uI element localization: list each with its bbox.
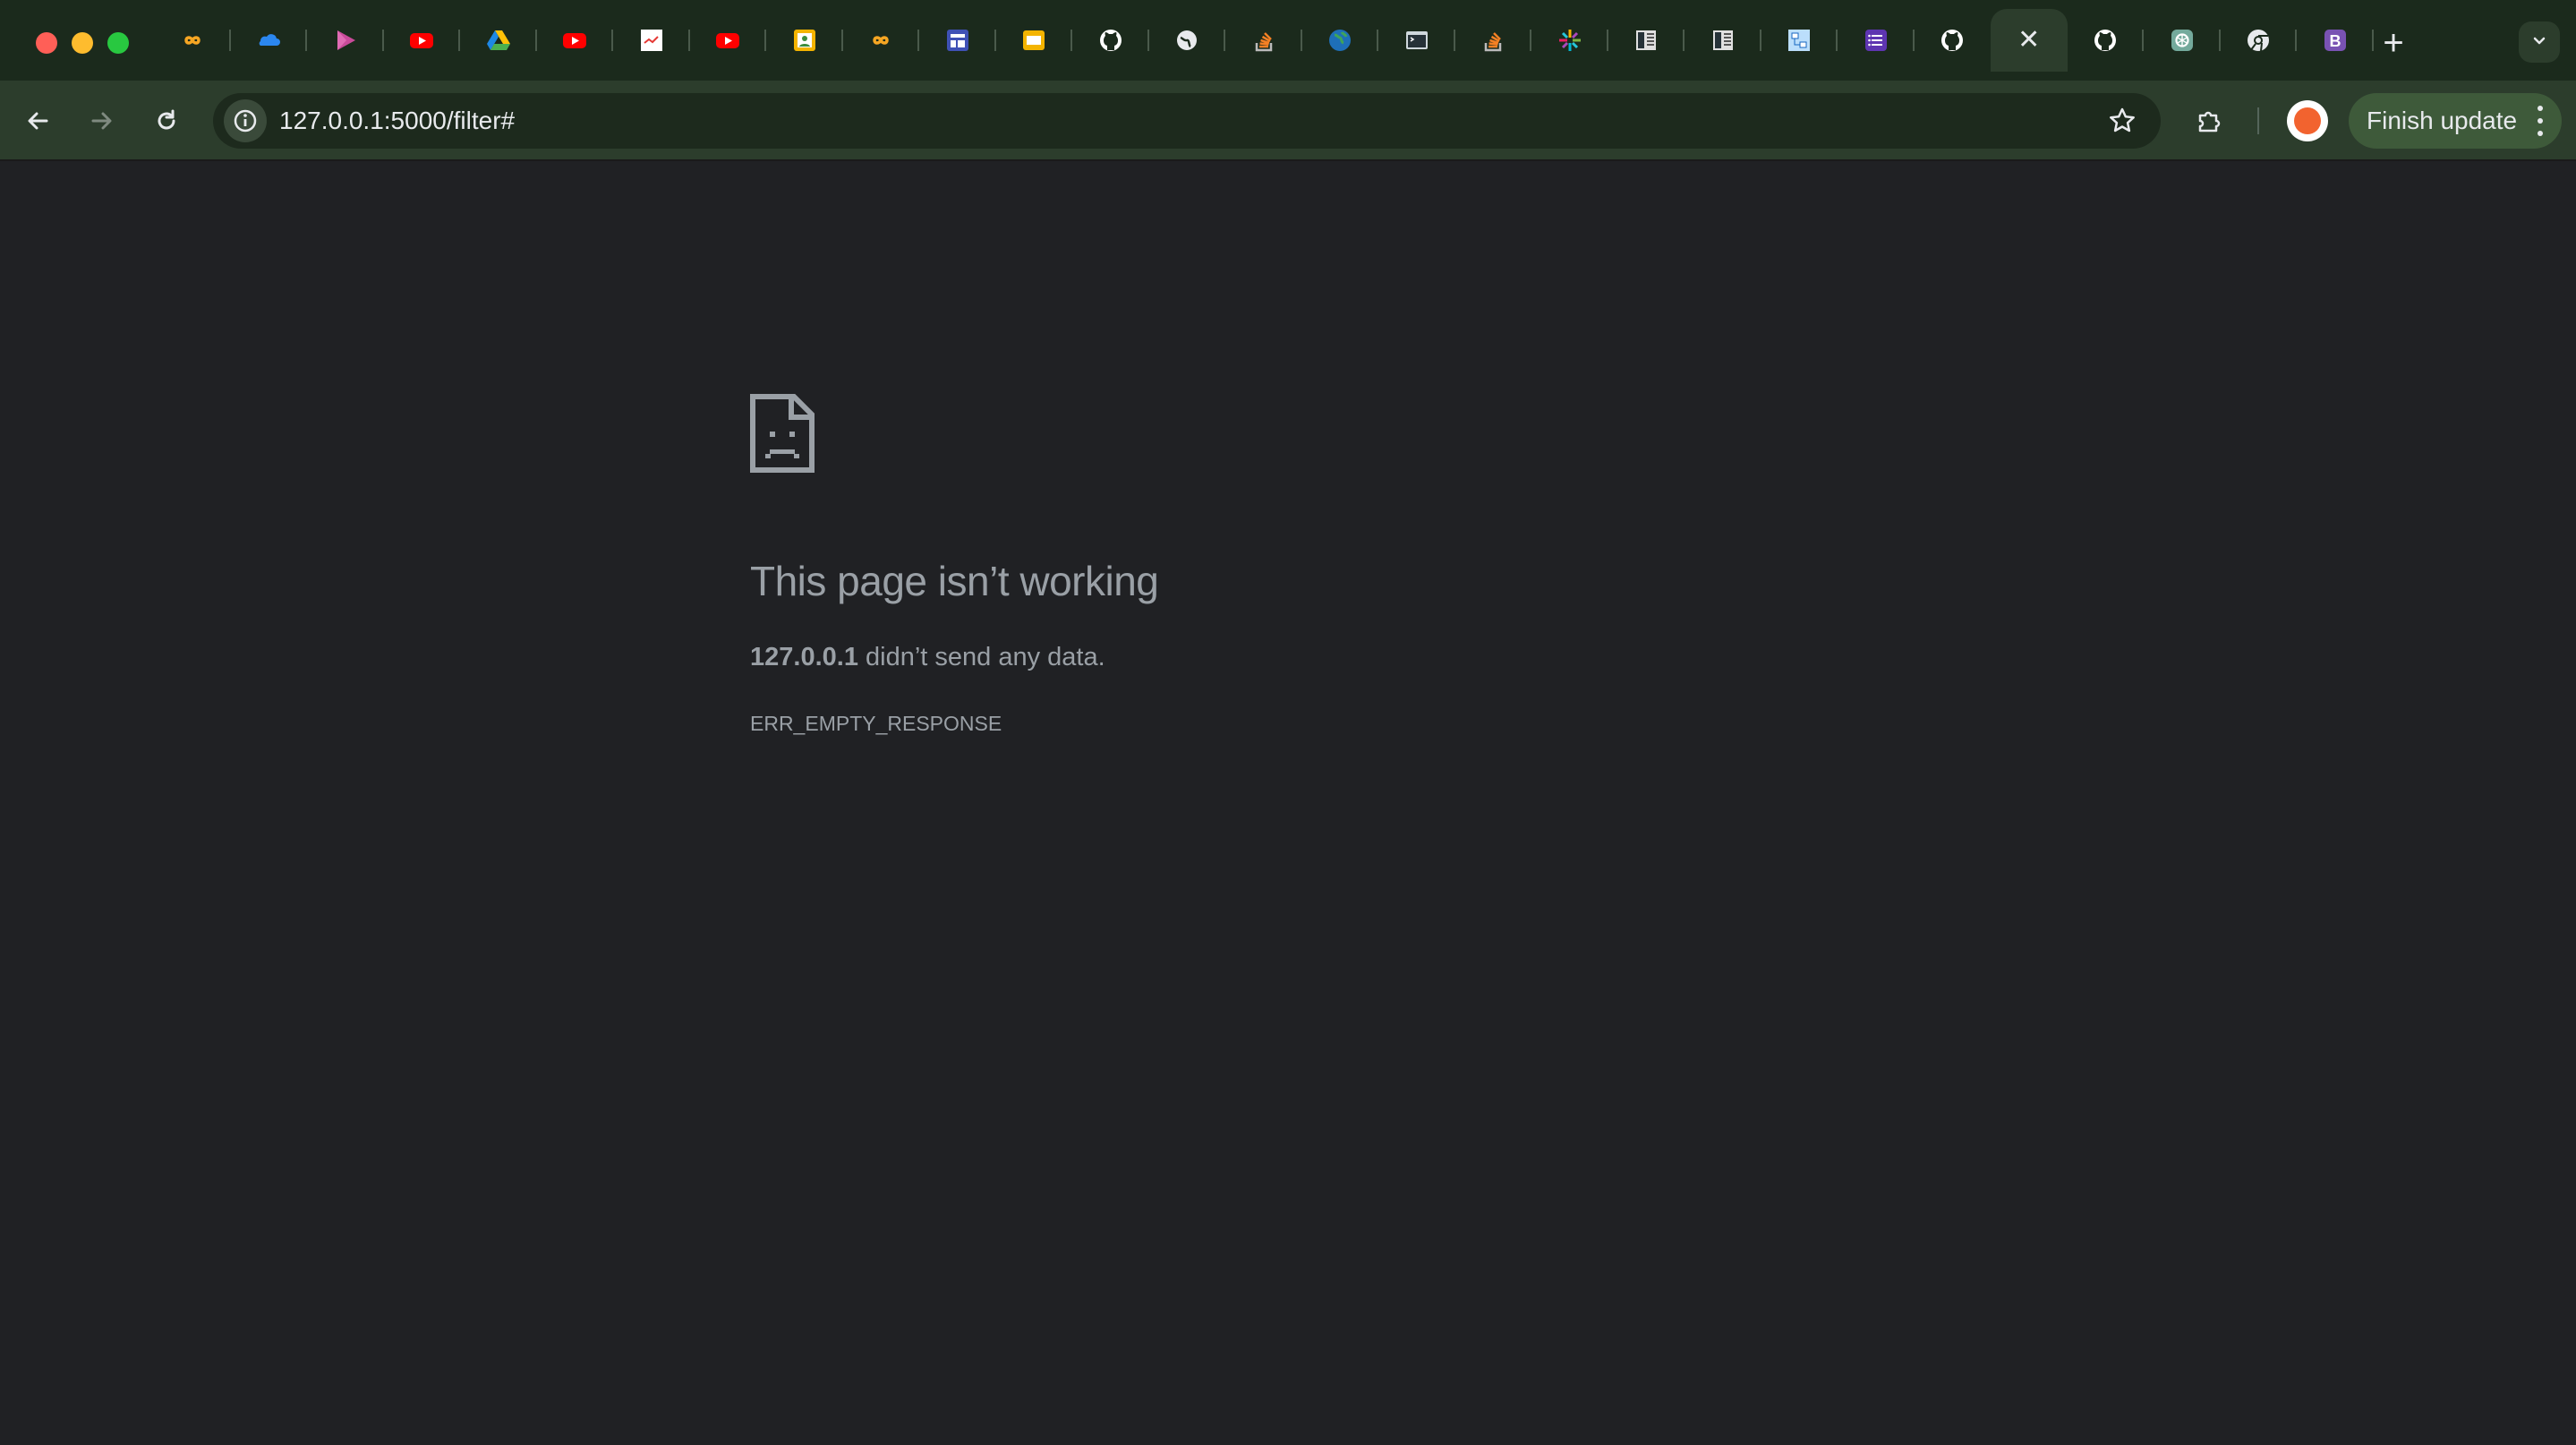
address-bar[interactable]: 127.0.0.1:5000/filter# xyxy=(213,93,2161,149)
terminal-icon xyxy=(1403,27,1430,54)
tab[interactable] xyxy=(996,9,1073,72)
youtube-icon xyxy=(714,27,741,54)
stack-overflow-icon xyxy=(1480,27,1506,54)
site-info-button[interactable] xyxy=(224,99,267,142)
star-icon xyxy=(2110,107,2135,133)
reload-icon xyxy=(158,109,175,130)
window-close-button[interactable] xyxy=(36,32,57,54)
arrow-right-icon xyxy=(91,112,112,130)
tab[interactable] xyxy=(384,9,461,72)
bootstrap-icon: B xyxy=(2322,27,2349,54)
avatar-icon xyxy=(2294,107,2321,134)
error-description-text: didn’t send any data. xyxy=(857,643,1105,671)
sad-page-icon xyxy=(750,394,815,473)
image-icon xyxy=(791,27,818,54)
new-tab-button[interactable]: + xyxy=(2374,23,2413,63)
google-drive-icon xyxy=(485,27,512,54)
profile-avatar[interactable] xyxy=(2287,100,2328,141)
back-button[interactable] xyxy=(16,99,59,142)
page-content xyxy=(0,161,2576,1445)
tab[interactable] xyxy=(613,9,690,72)
slides-icon xyxy=(1020,27,1047,54)
url-text[interactable]: 127.0.0.1:5000/filter# xyxy=(279,93,515,149)
play-arrow-icon xyxy=(332,27,359,54)
error-description: 127.0.0.1 didn’t send any data. xyxy=(750,643,1105,672)
tab[interactable] xyxy=(1838,9,1915,72)
sparkle-icon xyxy=(1557,27,1583,54)
forward-button[interactable] xyxy=(81,99,124,142)
extensions-button[interactable] xyxy=(2188,99,2231,142)
toolbar: 127.0.0.1:5000/filter# Finish update xyxy=(0,81,2576,161)
tab[interactable] xyxy=(1378,9,1455,72)
tab[interactable] xyxy=(154,9,231,72)
tab-list: ✕ B xyxy=(154,9,2374,72)
globe-icon xyxy=(1173,27,1200,54)
share-chart-icon xyxy=(638,27,665,54)
tab-strip: ✕ B + xyxy=(0,0,2576,81)
chevron-down-icon xyxy=(2529,30,2549,55)
tab[interactable] xyxy=(919,9,996,72)
error-code[interactable]: ERR_EMPTY_RESPONSE xyxy=(750,712,1002,736)
youtube-icon xyxy=(408,27,435,54)
error-host: 127.0.0.1 xyxy=(750,643,858,671)
infinity-icon xyxy=(867,27,894,54)
tab[interactable] xyxy=(1072,9,1149,72)
tab[interactable] xyxy=(1455,9,1532,72)
book-icon xyxy=(1710,27,1736,54)
tab[interactable] xyxy=(1149,9,1226,72)
book-icon xyxy=(1633,27,1659,54)
tab[interactable] xyxy=(2068,9,2145,72)
tab[interactable] xyxy=(1685,9,1761,72)
diagram-icon xyxy=(1786,27,1813,54)
tab[interactable] xyxy=(2221,9,2298,72)
bookmark-button[interactable] xyxy=(2103,102,2141,140)
onedrive-cloud-icon xyxy=(255,27,282,54)
world-icon xyxy=(1326,27,1353,54)
info-icon xyxy=(234,109,257,133)
arrow-left-icon xyxy=(28,112,48,130)
tab-search-button[interactable] xyxy=(2519,21,2560,63)
puzzle-icon xyxy=(2198,111,2221,133)
tab[interactable] xyxy=(307,9,384,72)
tab[interactable] xyxy=(231,9,308,72)
close-icon[interactable]: ✕ xyxy=(2017,27,2040,54)
error-title: This page isn’t working xyxy=(750,558,1159,604)
tab[interactable]: B xyxy=(2297,9,2374,72)
tab[interactable] xyxy=(1302,9,1379,72)
tab[interactable] xyxy=(2144,9,2221,72)
github-icon xyxy=(1939,27,1966,54)
infinity-icon xyxy=(179,27,206,54)
tab[interactable] xyxy=(843,9,920,72)
tab[interactable] xyxy=(1225,9,1302,72)
tab[interactable] xyxy=(1531,9,1608,72)
youtube-icon xyxy=(561,27,588,54)
tab[interactable] xyxy=(766,9,843,72)
tab[interactable] xyxy=(1608,9,1685,72)
reload-button[interactable] xyxy=(145,99,188,142)
svg-text:B: B xyxy=(2329,32,2341,50)
finish-update-button[interactable]: Finish update xyxy=(2349,93,2562,149)
finish-update-label: Finish update xyxy=(2367,107,2518,134)
window-minimize-button[interactable] xyxy=(72,32,93,54)
active-tab[interactable]: ✕ xyxy=(1991,9,2068,72)
stack-overflow-icon xyxy=(1250,27,1277,54)
tab[interactable] xyxy=(537,9,614,72)
chrome-icon xyxy=(2245,27,2272,54)
window-maximize-button[interactable] xyxy=(107,32,129,54)
tab[interactable] xyxy=(1915,9,1992,72)
tab[interactable] xyxy=(690,9,767,72)
tab[interactable] xyxy=(460,9,537,72)
tab[interactable] xyxy=(1761,9,1838,72)
github-icon xyxy=(2092,27,2119,54)
toolbar-divider xyxy=(2257,107,2259,134)
more-vert-icon[interactable] xyxy=(2537,106,2544,136)
layout-icon xyxy=(944,27,971,54)
list-icon xyxy=(1863,27,1889,54)
github-icon xyxy=(1097,27,1124,54)
openai-icon xyxy=(2169,27,2196,54)
